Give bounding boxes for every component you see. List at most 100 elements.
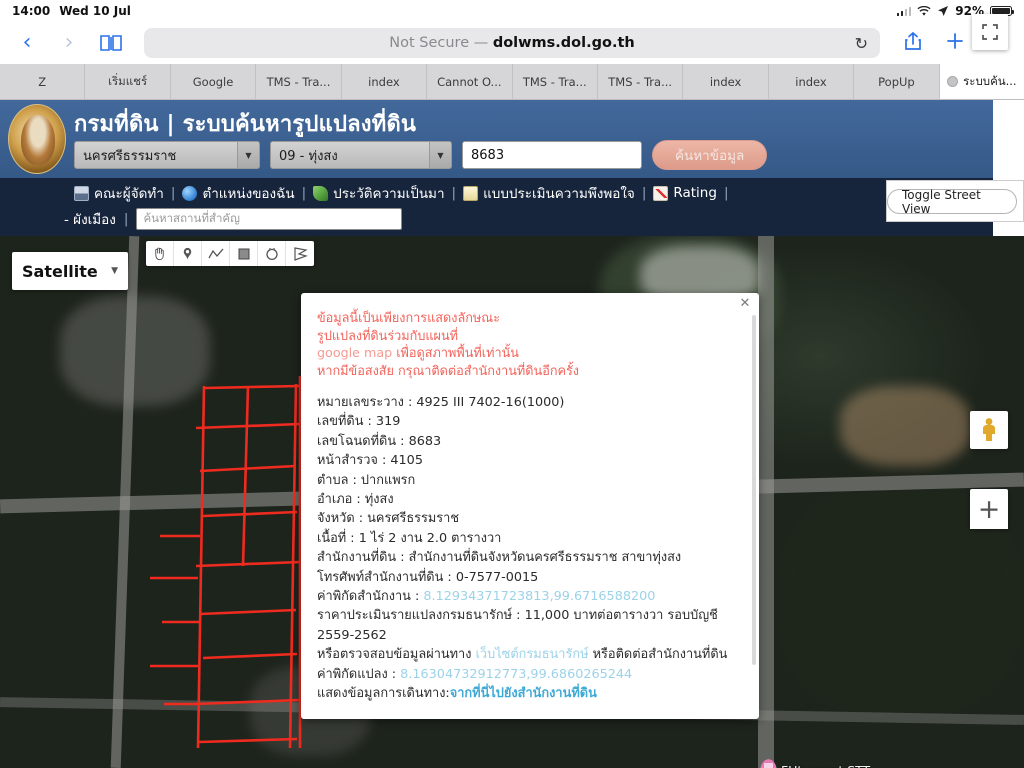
nav-separator: | bbox=[723, 185, 729, 201]
bookmarks-button[interactable] bbox=[98, 30, 124, 56]
new-tab-icon[interactable] bbox=[942, 32, 968, 55]
detail-label: หมายเลขระวาง : bbox=[317, 395, 413, 410]
parcel-info-window: ✕ ข้อมูลนี้เป็นเพียงการแสดงลักษณะ รูปแปล… bbox=[301, 293, 759, 719]
status-time: 14:00 bbox=[12, 4, 51, 18]
detail-value: นครศรีธรรมราช bbox=[367, 511, 460, 527]
verify-suffix: หรือติดต่อสำนักงานที่ดิน bbox=[588, 647, 728, 663]
browser-tab[interactable]: PopUp bbox=[854, 64, 940, 99]
browser-tab[interactable]: TMS - Tra... bbox=[513, 64, 598, 99]
route-directions-link[interactable]: จากที่นี่ไปยังสำนักงานที่ดิน bbox=[450, 686, 597, 701]
detail-row: เนื้อที่ : 1 ไร่ 2 งาน 2.0 ตารางวา bbox=[317, 529, 739, 548]
detail-row: อำเภอ : ทุ่งสง bbox=[317, 490, 739, 509]
url-host: dolwms.dol.go.th bbox=[492, 35, 635, 51]
url-display: Not Secure — dolwms.dol.go.th bbox=[389, 35, 634, 51]
detail-label: ราคาประเมินรายแปลงกรมธนารักษ์ : bbox=[317, 608, 521, 624]
browser-toolbar: ‹ › Not Secure — dolwms.dol.go.th ↻ bbox=[0, 22, 1024, 64]
pegman-button[interactable] bbox=[970, 411, 1008, 449]
detail-row: โทรศัพท์สำนักงานที่ดิน : 0-7577-0015 bbox=[317, 568, 739, 587]
pegman-street-view-icon bbox=[983, 418, 995, 441]
detail-label: หน้าสำรวจ : bbox=[317, 453, 387, 469]
book-icon bbox=[100, 35, 122, 51]
marker-pin-icon[interactable] bbox=[174, 241, 202, 266]
tab-label: index bbox=[795, 74, 827, 89]
back-button[interactable]: ‹ bbox=[14, 30, 40, 56]
tab-label: ระบบค้น... bbox=[963, 73, 1017, 88]
browser-tab-active[interactable]: ระบบค้น... bbox=[939, 64, 1024, 99]
detail-value: 4925 III 7402-16(1000) bbox=[416, 395, 565, 410]
thai-garuda-crest-icon bbox=[8, 104, 66, 174]
poi-label: FUturenet STT bbox=[781, 763, 870, 768]
browser-tab[interactable]: index bbox=[769, 64, 855, 99]
detail-value: 4105 bbox=[390, 453, 423, 469]
polygon-icon[interactable] bbox=[286, 241, 314, 266]
nav-label: ประวัติความเป็นมา bbox=[333, 186, 445, 202]
hand-pan-icon[interactable] bbox=[146, 241, 174, 266]
wifi-icon bbox=[917, 5, 931, 16]
nav-label: ตำแหน่งของฉัน bbox=[202, 186, 295, 202]
browser-tab[interactable]: index bbox=[683, 64, 769, 99]
detail-value: ปากแพรก bbox=[360, 472, 416, 488]
circle-icon[interactable] bbox=[258, 241, 286, 266]
browser-tab[interactable]: Google bbox=[171, 64, 257, 99]
tab-label: index bbox=[368, 74, 400, 89]
place-search-input[interactable]: ค้นหาสถานที่สำคัญ bbox=[136, 208, 403, 230]
reload-icon[interactable]: ↻ bbox=[855, 34, 868, 53]
province-select[interactable]: นครศรีธรรมราช ▼ bbox=[74, 141, 260, 169]
deed-number-input[interactable]: 8683 bbox=[462, 141, 642, 169]
treasury-website-link[interactable]: เว็บไซต์กรมธนารักษ์ bbox=[476, 647, 589, 662]
disclaimer-line: หากมีข้อสงสัย กรุณาติดต่อสำนักงานที่ดินอ… bbox=[317, 362, 579, 378]
detail-row: ตำบล : ปากแพรก bbox=[317, 471, 739, 490]
address-bar[interactable]: Not Secure — dolwms.dol.go.th ↻ bbox=[144, 28, 880, 58]
disclaimer-line: รูปแปลงที่ดินร่วมกับแผนที่ bbox=[317, 327, 459, 343]
disclaimer-line: ข้อมูลนี้เป็นเพียงการแสดงลักษณะ bbox=[317, 310, 500, 325]
detail-label: เลขโฉนดที่ดิน : bbox=[317, 433, 405, 449]
tab-label: TMS - Tra... bbox=[266, 74, 331, 89]
info-window-scrollbar[interactable] bbox=[752, 315, 756, 665]
parcel-coordinate-row: ค่าพิกัดแปลง : 8.16304732912773,99.68602… bbox=[317, 665, 739, 684]
polyline-icon[interactable] bbox=[202, 241, 230, 266]
zoom-in-button[interactable]: + bbox=[970, 489, 1008, 529]
office-coordinate-link[interactable]: 8.12934371723813,99.6716588200 bbox=[423, 589, 655, 604]
province-select-value: นครศรีธรรมราช bbox=[83, 148, 177, 164]
office-coordinate-row: ค่าพิกัดสำนักงาน : 8.12934371723813,99.6… bbox=[317, 587, 739, 606]
nav-item-rating[interactable]: Rating bbox=[653, 185, 717, 201]
map-poi[interactable]: FUturenet STT bbox=[760, 759, 870, 768]
nav-separator: | bbox=[123, 211, 129, 227]
forward-button[interactable]: › bbox=[56, 30, 82, 56]
browser-tab[interactable]: Z bbox=[0, 64, 86, 99]
tab-label: Google bbox=[192, 74, 234, 89]
chevron-down-icon: ▼ bbox=[237, 142, 259, 168]
parcel-detail-list: หมายเลขระวาง : 4925 III 7402-16(1000) เล… bbox=[317, 393, 739, 704]
rectangle-icon[interactable] bbox=[230, 241, 258, 266]
search-button[interactable]: ค้นหาข้อมูล bbox=[652, 140, 768, 170]
detail-row: จังหวัด : นครศรีธรรมราช bbox=[317, 509, 739, 528]
share-icon[interactable] bbox=[900, 31, 926, 56]
browser-tab[interactable]: TMS - Tra... bbox=[598, 64, 684, 99]
tab-label: PopUp bbox=[878, 74, 915, 89]
nav-item-city-plan[interactable]: - ผังเมือง bbox=[64, 208, 116, 230]
nav-item-my-location[interactable]: ตำแหน่งของฉัน bbox=[182, 182, 295, 204]
nav-separator: | bbox=[451, 185, 457, 201]
detail-row: หมายเลขระวาง : 4925 III 7402-16(1000) bbox=[317, 393, 739, 412]
map-type-selector[interactable]: Satellite ▼ bbox=[12, 252, 128, 290]
browser-tab[interactable]: Cannot O... bbox=[427, 64, 513, 99]
history-icon bbox=[313, 185, 329, 201]
close-icon[interactable]: ✕ bbox=[738, 297, 752, 311]
detail-label: อำเภอ : bbox=[317, 492, 361, 508]
parcel-coordinate-link[interactable]: 8.16304732912773,99.6860265244 bbox=[400, 667, 632, 682]
browser-tab[interactable]: เริ่มแชร์ bbox=[85, 64, 171, 99]
team-icon bbox=[74, 185, 89, 201]
detail-value: 1 ไร่ 2 งาน 2.0 ตารางวา bbox=[358, 530, 502, 546]
detail-row: เลขโฉนดที่ดิน : 8683 bbox=[317, 432, 739, 451]
chevron-down-icon: ▼ bbox=[429, 142, 451, 168]
drawing-toolbar bbox=[146, 241, 314, 266]
nav-item-history[interactable]: ประวัติความเป็นมา bbox=[313, 182, 445, 204]
nav-item-survey[interactable]: แบบประเมินความพึงพอใจ bbox=[463, 182, 635, 204]
map-type-label: Satellite bbox=[22, 261, 98, 281]
browser-tab[interactable]: TMS - Tra... bbox=[256, 64, 342, 99]
toggle-street-view-button[interactable]: Toggle Street View bbox=[887, 188, 1017, 216]
fullscreen-button[interactable] bbox=[972, 14, 1008, 50]
nav-item-team[interactable]: คณะผู้จัดทำ bbox=[74, 182, 164, 204]
district-select[interactable]: 09 - ทุ่งสง ▼ bbox=[270, 141, 452, 169]
browser-tab[interactable]: index bbox=[342, 64, 428, 99]
